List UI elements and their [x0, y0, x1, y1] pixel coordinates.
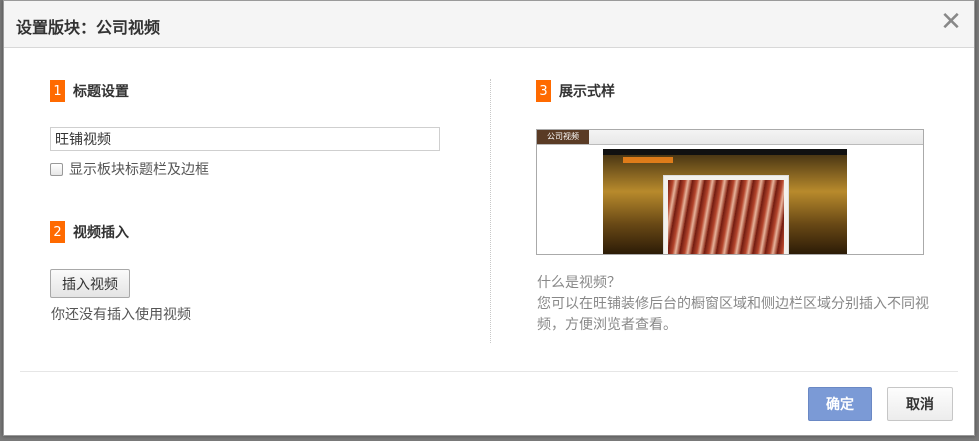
set-module-dialog: 设置版块： 公司视频 ✕ 1 标题设置 显示板块标题栏及边框 2 视频插入 插入… — [3, 0, 975, 436]
show-border-checkbox[interactable] — [50, 162, 63, 176]
preview-header-strip: 公司视频 — [537, 130, 923, 145]
column-divider — [490, 79, 491, 343]
dialog-title-module: 公司视频 — [96, 18, 161, 37]
show-border-option[interactable]: 显示板块标题栏及边框 — [50, 159, 209, 179]
section-display-style: 3 展示式样 — [536, 80, 615, 102]
dialog-title: 设置版块： 公司视频 — [16, 14, 160, 38]
step-badge-2: 2 — [50, 221, 65, 243]
display-style-preview: 公司视频 — [536, 129, 924, 255]
module-title-input[interactable] — [50, 127, 440, 151]
preview-video-thumbnail — [603, 149, 847, 254]
close-icon[interactable]: ✕ — [940, 9, 962, 35]
section-label-display-style: 展示式样 — [559, 84, 615, 100]
preview-logo-icon — [623, 157, 673, 163]
video-status-text: 你还没有插入使用视频 — [51, 307, 191, 323]
preview-video-topbar — [603, 149, 847, 155]
preview-photo-image — [668, 180, 784, 254]
step-badge-1: 1 — [50, 80, 65, 102]
confirm-button[interactable]: 确定 — [808, 387, 872, 421]
preview-video-frame — [663, 175, 789, 254]
dialog-header: 设置版块： 公司视频 ✕ — [4, 1, 974, 48]
step-badge-3: 3 — [536, 80, 551, 102]
video-info-answer: 您可以在旺铺装修后台的橱窗区域和侧边栏区域分别插入不同视频，方便浏览者查看。 — [537, 296, 929, 333]
section-label-title-settings: 标题设置 — [73, 84, 129, 100]
insert-video-button[interactable]: 插入视频 — [50, 269, 130, 298]
show-border-label: 显示板块标题栏及边框 — [69, 162, 209, 178]
cancel-button[interactable]: 取消 — [887, 387, 953, 421]
section-video-insert: 2 视频插入 — [50, 221, 129, 243]
preview-tab-label: 公司视频 — [537, 130, 589, 144]
footer-divider — [20, 371, 958, 372]
section-title-settings: 1 标题设置 — [50, 80, 129, 102]
dialog-title-prefix: 设置版块： — [16, 18, 97, 37]
video-info-question: 什么是视频？ — [537, 275, 621, 291]
video-info: 什么是视频？ 您可以在旺铺装修后台的橱窗区域和侧边栏区域分别插入不同视频，方便浏… — [537, 273, 937, 336]
section-label-video-insert: 视频插入 — [73, 225, 129, 241]
